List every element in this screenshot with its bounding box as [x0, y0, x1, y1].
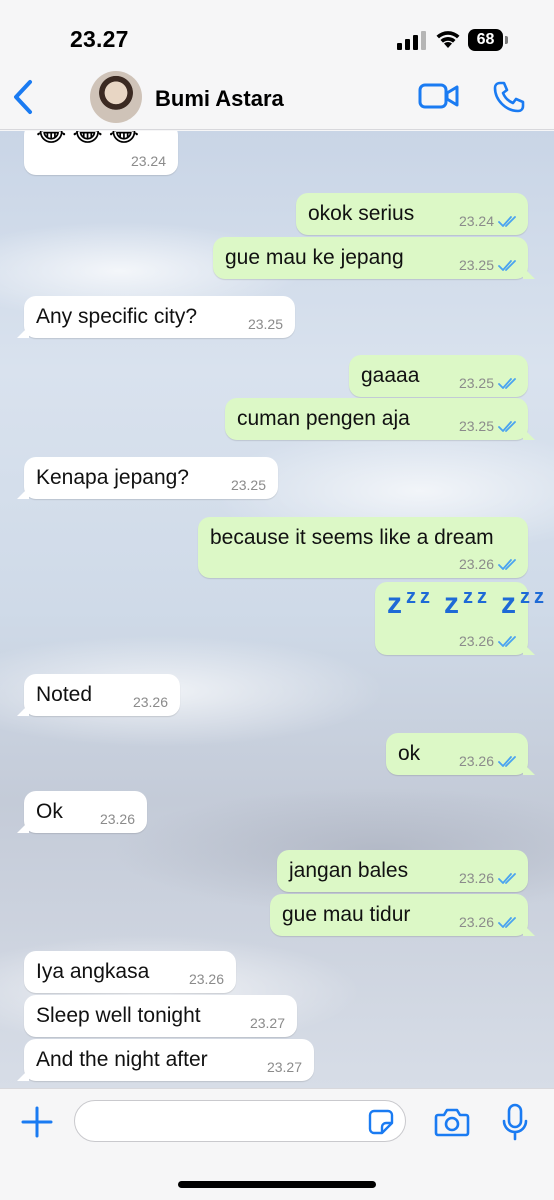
message-text: cuman pengen aja: [237, 407, 410, 430]
message-text: Kenapa jepang?: [36, 466, 189, 489]
message-time: 23.25: [247, 316, 283, 332]
message-incoming[interactable]: Sleep well tonight 23.27: [24, 995, 297, 1037]
message-outgoing[interactable]: gue mau ke jepang 23.25: [213, 237, 535, 279]
message-time: 23.25: [458, 257, 494, 273]
sticker-icon[interactable]: [368, 1109, 394, 1135]
read-ticks-icon: [498, 378, 516, 389]
chat-area[interactable]: 😂😂😂 23.24 okok serius 23.24 gue mau ke j…: [0, 131, 554, 1088]
chat-header: Bumi Astara: [0, 62, 554, 130]
voice-call-button[interactable]: [492, 80, 526, 114]
camera-icon[interactable]: [434, 1107, 470, 1137]
message-time: 23.26: [188, 971, 224, 987]
message-outgoing[interactable]: jangan bales 23.26: [277, 850, 528, 892]
message-time: 23.27: [266, 1059, 302, 1075]
read-ticks-icon: [498, 917, 516, 928]
message-input[interactable]: [74, 1100, 406, 1142]
message-incoming[interactable]: Noted 23.26: [17, 674, 180, 716]
contact-name[interactable]: Bumi Astara: [155, 86, 284, 112]
message-text: Iya angkasa: [36, 960, 150, 983]
message-incoming[interactable]: Kenapa jepang? 23.25: [17, 457, 278, 499]
message-incoming[interactable]: Ok 23.26: [17, 791, 147, 833]
message-time: 23.26: [99, 811, 135, 827]
message-time: 23.27: [249, 1015, 285, 1031]
message-incoming[interactable]: And the night after 23.27: [17, 1039, 314, 1081]
read-ticks-icon: [498, 421, 516, 432]
video-call-button[interactable]: [418, 82, 460, 110]
message-outgoing[interactable]: because it seems like a dream 23.26: [198, 517, 528, 578]
message-text: And the night after: [36, 1048, 208, 1071]
read-ticks-icon: [498, 636, 516, 647]
message-outgoing[interactable]: cuman pengen aja 23.25: [225, 398, 535, 440]
message-text: because it seems like a dream: [210, 526, 494, 549]
wifi-icon: [436, 31, 460, 48]
message-text: Any specific city?: [36, 305, 198, 328]
message-time: 23.25: [230, 477, 266, 493]
message-text: Noted: [36, 683, 93, 706]
message-outgoing[interactable]: ok 23.26: [386, 733, 535, 775]
message-time: 23.25: [458, 418, 494, 434]
read-ticks-icon: [498, 559, 516, 570]
message-text: ok: [398, 742, 421, 765]
microphone-icon[interactable]: [502, 1103, 528, 1141]
message-text: okok serius: [308, 202, 415, 225]
read-ticks-icon: [498, 216, 516, 227]
message-text: gue mau ke jepang: [225, 246, 404, 269]
message-time: 23.26: [458, 914, 494, 930]
message-text: Sleep well tonight: [36, 1004, 201, 1027]
message-outgoing[interactable]: gue mau tidur 23.26: [270, 894, 535, 936]
message-time: 23.26: [458, 870, 494, 886]
back-button[interactable]: [8, 78, 40, 116]
message-outgoing[interactable]: okok serius 23.24: [296, 193, 528, 235]
message-text: jangan bales: [289, 859, 409, 882]
message-outgoing[interactable]: gaaaa 23.25: [349, 355, 528, 397]
home-indicator: [178, 1181, 376, 1188]
laughing-emoji: 😂😂😂: [36, 131, 146, 147]
message-text: gaaaa: [361, 364, 420, 387]
message-time: 23.26: [458, 753, 494, 769]
battery-level: 68: [476, 31, 495, 48]
message-time: 23.25: [458, 375, 494, 391]
zzz-emoji: zzz zzz zzz: [387, 586, 548, 620]
input-bar: [0, 1088, 554, 1200]
message-text: gue mau tidur: [282, 903, 411, 926]
plus-icon[interactable]: [20, 1105, 54, 1139]
battery-icon: 68: [468, 29, 508, 51]
status-time: 23.27: [70, 26, 129, 52]
message-time: 23.26: [132, 694, 168, 710]
read-ticks-icon: [498, 260, 516, 271]
message-incoming[interactable]: 😂😂😂 23.24: [24, 131, 178, 175]
message-incoming[interactable]: Iya angkasa 23.26: [24, 951, 236, 993]
read-ticks-icon: [498, 873, 516, 884]
message-time: 23.26: [458, 633, 494, 649]
message-time: 23.26: [458, 556, 494, 572]
avatar[interactable]: [90, 71, 142, 123]
status-bar: 23.27 68: [0, 0, 554, 62]
cellular-signal-icon: [397, 31, 426, 50]
message-outgoing[interactable]: zzz zzz zzz 23.26: [375, 582, 544, 655]
message-time: 23.24: [458, 213, 494, 229]
read-ticks-icon: [498, 756, 516, 767]
message-time: 23.24: [130, 153, 166, 169]
message-incoming[interactable]: Any specific city? 23.25: [17, 296, 295, 338]
message-text: Ok: [36, 800, 63, 823]
